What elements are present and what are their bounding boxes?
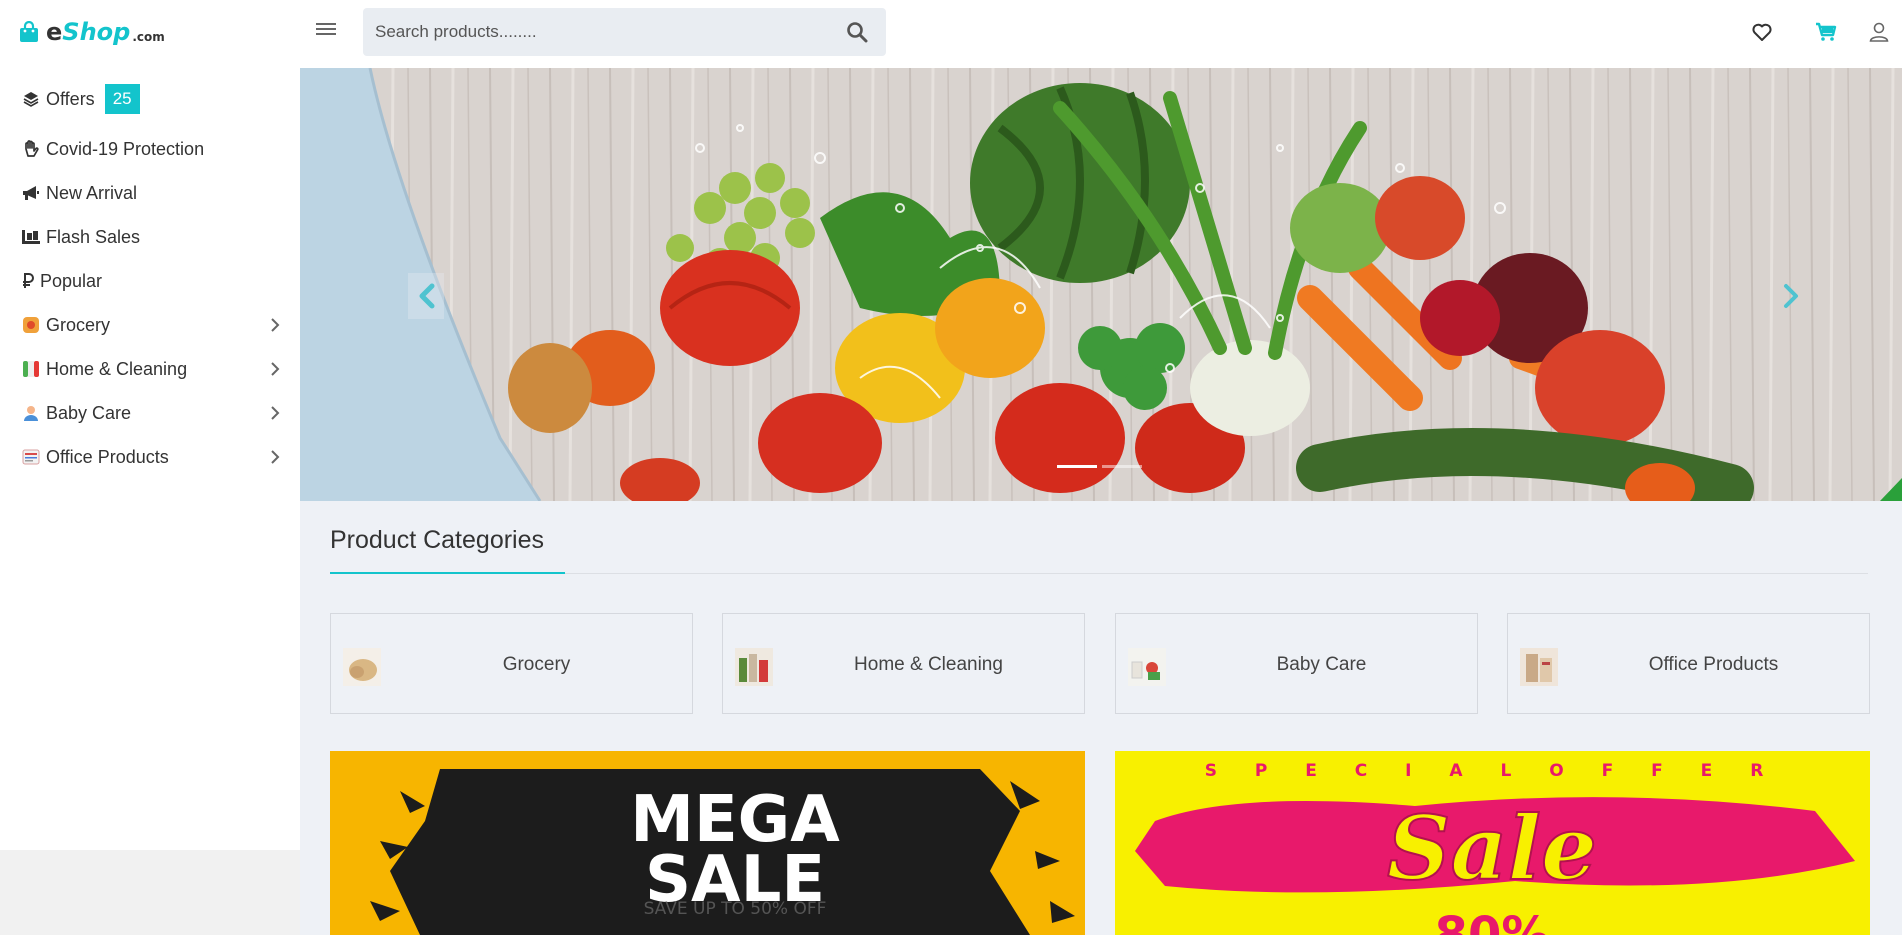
category-card-baby-care[interactable]: Baby Care <box>1115 613 1478 714</box>
chevron-right-icon <box>271 406 280 420</box>
search-icon[interactable] <box>846 21 868 43</box>
sidebar-item-label: Offers <box>46 88 95 109</box>
top-header: e Shop .com <box>0 0 1902 68</box>
brand-logo[interactable]: e Shop .com <box>18 18 165 46</box>
megaphone-icon <box>20 182 42 204</box>
promo-banner-special-offer[interactable]: S P E C I A L O F F E R Sale 80% <box>1115 751 1870 935</box>
layers-icon <box>20 88 42 110</box>
sidebar-item-label: Baby Care <box>46 402 132 423</box>
sidebar-item-flash-sales[interactable]: Flash Sales <box>20 222 282 252</box>
sale-script-text: Sale <box>1387 796 1597 900</box>
shop-icon <box>20 226 42 248</box>
special-offer-graphic: S P E C I A L O F F E R Sale 80% <box>1115 751 1870 935</box>
category-label: Home & Cleaning <box>854 654 1003 675</box>
sidebar-item-new-arrival[interactable]: New Arrival <box>20 178 282 208</box>
category-card-grocery[interactable]: Grocery <box>330 613 693 714</box>
sidebar-item-label: New Arrival <box>46 182 138 203</box>
sidebar-item-label: Grocery <box>46 314 111 335</box>
baby-icon <box>20 402 42 424</box>
hero-carousel <box>300 68 1902 501</box>
grocery-icon <box>20 314 42 336</box>
sidebar-item-label: Office Products <box>46 446 169 467</box>
carousel-next-arrow[interactable] <box>1774 273 1810 319</box>
brand-com: .com <box>132 30 165 44</box>
baby-care-thumbnail <box>1128 648 1166 686</box>
sidebar-item-office-products[interactable]: Office Products <box>20 442 282 472</box>
sidebar-footer <box>0 850 300 935</box>
mega-sub-text: SAVE UP TO 50% OFF <box>644 899 827 919</box>
offers-count-badge: 25 <box>104 84 140 114</box>
sidebar-item-popular[interactable]: Popular <box>20 266 282 296</box>
brand-shop: Shop <box>62 18 131 46</box>
sidebar-item-grocery[interactable]: Grocery <box>20 310 282 340</box>
menu-icon[interactable] <box>316 20 336 40</box>
carousel-prev-arrow[interactable] <box>408 273 444 319</box>
category-label: Office Products <box>1648 654 1779 675</box>
sidebar-item-home-cleaning[interactable]: Home & Cleaning <box>20 354 282 384</box>
chevron-right-icon <box>271 362 280 376</box>
ruble-icon <box>20 270 36 292</box>
shopping-bag-icon <box>20 21 38 42</box>
hand-icon <box>20 138 42 160</box>
user-icon[interactable] <box>1867 20 1891 44</box>
office-icon <box>20 446 42 468</box>
special-offer-text: S P E C I A L O F F E R <box>1205 761 1780 781</box>
category-card-home-cleaning[interactable]: Home & Cleaning <box>722 613 1085 714</box>
sidebar-item-label: Home & Cleaning <box>46 358 188 379</box>
chevron-right-icon <box>271 450 280 464</box>
search-bar <box>363 8 886 56</box>
home-cleaning-icon <box>20 358 42 380</box>
category-label: Grocery <box>502 654 571 675</box>
carousel-dot-1[interactable] <box>1057 465 1097 468</box>
section-title: Product Categories <box>330 526 545 554</box>
sidebar-item-covid[interactable]: Covid-19 Protection <box>20 134 282 164</box>
chevron-right-icon <box>271 318 280 332</box>
category-label: Baby Care <box>1276 654 1367 675</box>
promo-banner-mega-sale[interactable]: MEGA SALE SAVE UP TO 50% OFF <box>330 751 1085 935</box>
hero-produce-image <box>300 68 1902 501</box>
mega-sale-graphic: MEGA SALE SAVE UP TO 50% OFF <box>330 751 1085 935</box>
sidebar-item-baby-care[interactable]: Baby Care <box>20 398 282 428</box>
discount-text: 80% <box>1435 907 1550 935</box>
category-sidebar: Offers 25 Covid-19 Protection New Arriva… <box>0 68 300 850</box>
heart-icon[interactable] <box>1750 20 1774 44</box>
carousel-dot-2[interactable] <box>1102 465 1142 468</box>
office-products-thumbnail <box>1520 648 1558 686</box>
sidebar-item-offers[interactable]: Offers 25 <box>20 84 282 114</box>
cart-icon[interactable] <box>1814 20 1838 44</box>
grocery-thumbnail <box>343 648 381 686</box>
sidebar-item-label: Popular <box>40 270 103 291</box>
search-input[interactable] <box>363 8 823 56</box>
category-card-office-products[interactable]: Office Products <box>1507 613 1870 714</box>
home-cleaning-thumbnail <box>735 648 773 686</box>
sidebar-item-label: Covid-19 Protection <box>46 138 205 159</box>
section-divider-accent <box>330 572 565 574</box>
brand-e: e <box>46 18 63 46</box>
sidebar-item-label: Flash Sales <box>46 226 141 247</box>
